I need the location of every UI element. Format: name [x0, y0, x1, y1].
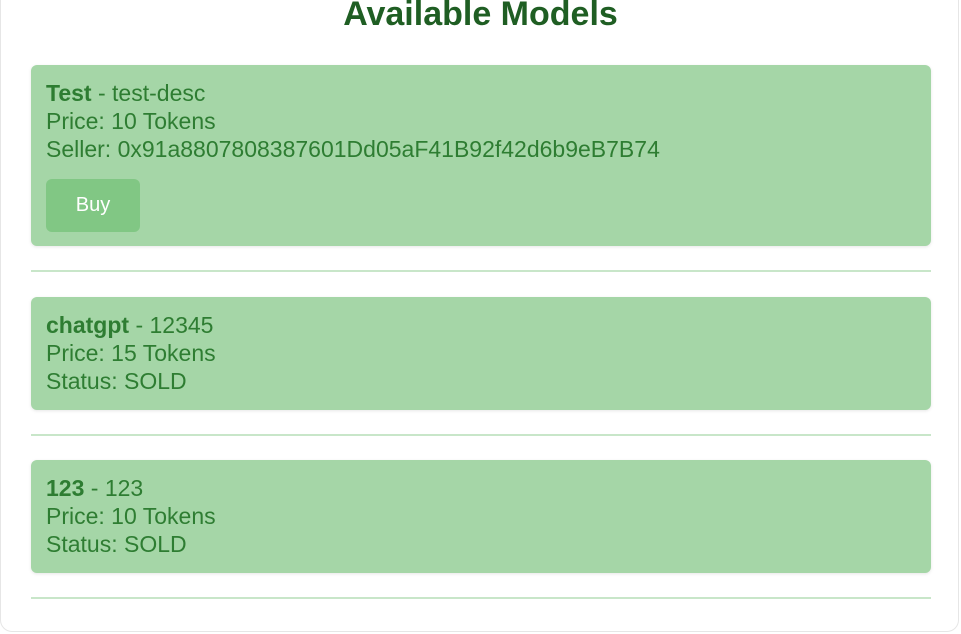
model-price: Price: 10 Tokens: [46, 503, 216, 529]
model-description: 12345: [149, 312, 214, 338]
model-heading: 123 - 123: [46, 474, 916, 502]
model-seller: Seller: 0x91a8807808387601Dd05aF41B92f42…: [46, 136, 660, 162]
model-heading: Test - test-desc: [46, 79, 916, 107]
page-title: Available Models: [343, 0, 618, 33]
divider: [31, 597, 931, 599]
divider: [31, 434, 931, 436]
model-name: Test: [46, 80, 92, 106]
model-status: Status: SOLD: [46, 531, 187, 557]
model-card-123: 123 - 123 Price: 10 Tokens Status: SOLD: [31, 460, 931, 573]
model-heading: chatgpt - 12345: [46, 311, 916, 339]
model-price: Price: 15 Tokens: [46, 340, 216, 366]
model-description: 123: [104, 475, 144, 501]
divider: [31, 270, 931, 272]
model-separator: -: [84, 475, 105, 501]
model-name: 123: [46, 475, 85, 501]
model-separator: -: [91, 80, 113, 106]
model-price: Price: 10 Tokens: [46, 108, 216, 134]
model-card-chatgpt: chatgpt - 12345 Price: 15 Tokens Status:…: [31, 297, 931, 410]
model-status: Status: SOLD: [46, 368, 187, 394]
model-name: chatgpt: [46, 312, 130, 338]
model-separator: -: [129, 312, 150, 338]
buy-button[interactable]: Buy: [46, 179, 140, 232]
model-card-test: Test - test-desc Price: 10 Tokens Seller…: [31, 65, 931, 246]
model-description: test-desc: [112, 80, 206, 106]
